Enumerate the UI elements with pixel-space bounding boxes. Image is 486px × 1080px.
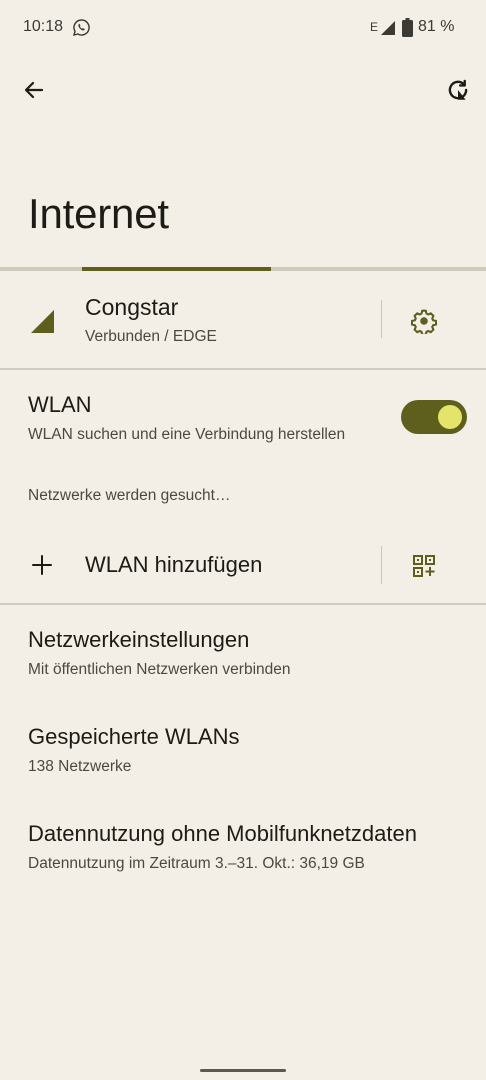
status-bar: 10:18 E 81 % xyxy=(0,0,486,56)
signal-strength-icon xyxy=(380,20,396,36)
add-wlan-label: WLAN hinzufügen xyxy=(85,552,263,577)
battery-percentage: 81 % xyxy=(418,18,455,35)
reset-internet-button[interactable] xyxy=(442,74,474,106)
carrier-network-item[interactable]: Congstar Verbunden / EDGE xyxy=(0,271,486,369)
battery-icon xyxy=(402,18,413,37)
section-divider xyxy=(0,603,486,605)
vertical-divider xyxy=(381,300,382,338)
wlan-subtitle: WLAN suchen und eine Verbindung herstell… xyxy=(28,426,346,443)
pref-title: Gespeicherte WLANs xyxy=(28,724,240,749)
pref-summary: 138 Netzwerke xyxy=(28,758,132,775)
cell-signal-icon xyxy=(30,309,55,334)
pref-title: Netzwerkeinstellungen xyxy=(28,627,250,652)
internet-settings-screen: 10:18 E 81 % Internet Congstar Verbunden… xyxy=(0,0,486,1080)
pref-summary: Datennutzung im Zeitraum 3.–31. Okt.: 36… xyxy=(28,855,365,872)
carrier-name: Congstar xyxy=(85,294,179,320)
add-wlan-item[interactable]: WLAN hinzufügen xyxy=(0,536,486,600)
pref-summary: Mit öffentlichen Netzwerken verbinden xyxy=(28,661,291,678)
vertical-divider xyxy=(381,546,382,584)
arrow-left-icon xyxy=(24,81,44,99)
section-divider xyxy=(0,368,486,370)
gesture-nav-handle[interactable] xyxy=(200,1069,286,1072)
wlan-switch[interactable] xyxy=(401,400,467,434)
saved-wlans-item[interactable]: Gespeicherte WLANs 138 Netzwerke xyxy=(0,724,486,810)
status-time: 10:18 xyxy=(23,18,64,35)
scan-status-text: Netzwerke werden gesucht… xyxy=(28,487,231,504)
gear-icon xyxy=(411,309,437,334)
scan-qr-code-button[interactable] xyxy=(408,550,440,582)
wlan-switch-thumb xyxy=(438,405,462,429)
pref-title: Datennutzung ohne Mobilfunknetzdaten xyxy=(28,821,417,846)
back-button[interactable] xyxy=(18,74,50,106)
wlan-title: WLAN xyxy=(28,392,92,417)
whatsapp-notification-icon xyxy=(72,18,91,37)
plus-icon xyxy=(30,553,54,577)
carrier-status: Verbunden / EDGE xyxy=(85,328,217,345)
network-type-indicator: E xyxy=(370,20,379,34)
network-settings-item[interactable]: Netzwerkeinstellungen Mit öffentlichen N… xyxy=(0,627,486,713)
qr-code-scanner-icon xyxy=(413,555,435,577)
network-reset-icon xyxy=(448,79,468,100)
carrier-settings-button[interactable] xyxy=(406,303,442,339)
page-title: Internet xyxy=(28,190,169,237)
non-carrier-data-usage-item[interactable]: Datennutzung ohne Mobilfunknetzdaten Dat… xyxy=(0,821,486,907)
